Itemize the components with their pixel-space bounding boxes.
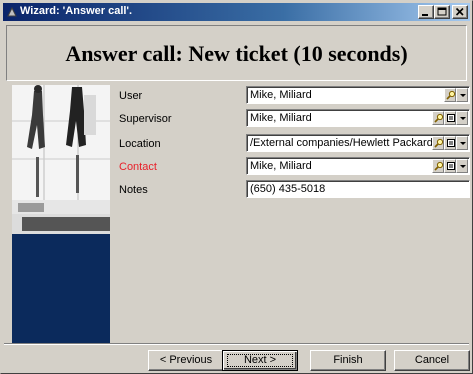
details-icon bbox=[447, 162, 455, 170]
next-button-label: Next > bbox=[243, 354, 277, 366]
details-icon bbox=[447, 114, 455, 122]
close-button[interactable] bbox=[452, 5, 468, 19]
magnifier-icon bbox=[434, 113, 444, 123]
user-dropdown-button[interactable] bbox=[456, 88, 468, 102]
dropdown-arrow-icon bbox=[460, 142, 466, 145]
dropdown-arrow-icon bbox=[460, 94, 466, 97]
finish-button-label: Finish bbox=[333, 354, 363, 366]
minimize-button[interactable] bbox=[418, 5, 434, 19]
user-search-button[interactable] bbox=[444, 88, 456, 102]
supervisor-dropdown-button[interactable] bbox=[456, 111, 468, 125]
previous-button-label: < Previous bbox=[159, 354, 213, 366]
contact-search-button[interactable] bbox=[432, 159, 444, 173]
finish-button[interactable]: Finish bbox=[310, 350, 386, 371]
contact-label: Contact bbox=[119, 161, 157, 173]
page-title: Answer call: New ticket (10 seconds) bbox=[65, 41, 408, 66]
user-value: Mike, Miliard bbox=[250, 89, 312, 101]
app-icon bbox=[7, 6, 17, 17]
location-dropdown-button[interactable] bbox=[456, 136, 468, 150]
wizard-header: Answer call: New ticket (10 seconds) bbox=[6, 25, 467, 81]
location-value: /External companies/Hewlett Packard/E bbox=[250, 137, 432, 149]
window-title: Wizard: 'Answer call'. bbox=[20, 5, 133, 17]
location-field[interactable]: /External companies/Hewlett Packard/E bbox=[246, 134, 470, 152]
supervisor-value: Mike, Miliard bbox=[250, 112, 312, 124]
magnifier-icon bbox=[434, 138, 444, 148]
magnifier-icon bbox=[446, 90, 456, 100]
supervisor-search-button[interactable] bbox=[432, 111, 444, 125]
maximize-icon bbox=[437, 7, 447, 16]
dropdown-arrow-icon bbox=[460, 117, 466, 120]
location-search-button[interactable] bbox=[432, 136, 444, 150]
cancel-button[interactable]: Cancel bbox=[394, 350, 470, 371]
user-label: User bbox=[119, 90, 143, 102]
details-icon bbox=[447, 139, 455, 147]
notes-field[interactable]: (650) 435-5018 bbox=[246, 180, 470, 198]
contact-value: Mike, Miliard bbox=[250, 160, 312, 172]
minimize-icon bbox=[422, 14, 428, 16]
user-field[interactable]: Mike, Miliard bbox=[246, 86, 470, 104]
location-label: Location bbox=[119, 138, 161, 150]
notes-value: (650) 435-5018 bbox=[250, 183, 326, 195]
supervisor-field[interactable]: Mike, Miliard bbox=[246, 109, 470, 127]
magnifier-icon bbox=[434, 161, 444, 171]
location-details-button[interactable] bbox=[444, 136, 456, 150]
next-button[interactable]: Next > bbox=[222, 350, 298, 371]
maximize-button[interactable] bbox=[434, 5, 450, 19]
contact-dropdown-button[interactable] bbox=[456, 159, 468, 173]
title-bar[interactable]: Wizard: 'Answer call'. bbox=[3, 3, 470, 21]
dropdown-arrow-icon bbox=[460, 165, 466, 168]
cancel-button-label: Cancel bbox=[414, 354, 450, 366]
notes-label: Notes bbox=[119, 184, 148, 196]
side-photo bbox=[12, 85, 110, 345]
close-icon bbox=[455, 7, 464, 16]
supervisor-label: Supervisor bbox=[119, 113, 172, 125]
supervisor-details-button[interactable] bbox=[444, 111, 456, 125]
contact-details-button[interactable] bbox=[444, 159, 456, 173]
previous-button[interactable]: < Previous bbox=[148, 350, 224, 371]
contact-field[interactable]: Mike, Miliard bbox=[246, 157, 470, 175]
wizard-window: Wizard: 'Answer call'. Answer call: New … bbox=[0, 0, 473, 374]
button-separator bbox=[4, 343, 469, 345]
